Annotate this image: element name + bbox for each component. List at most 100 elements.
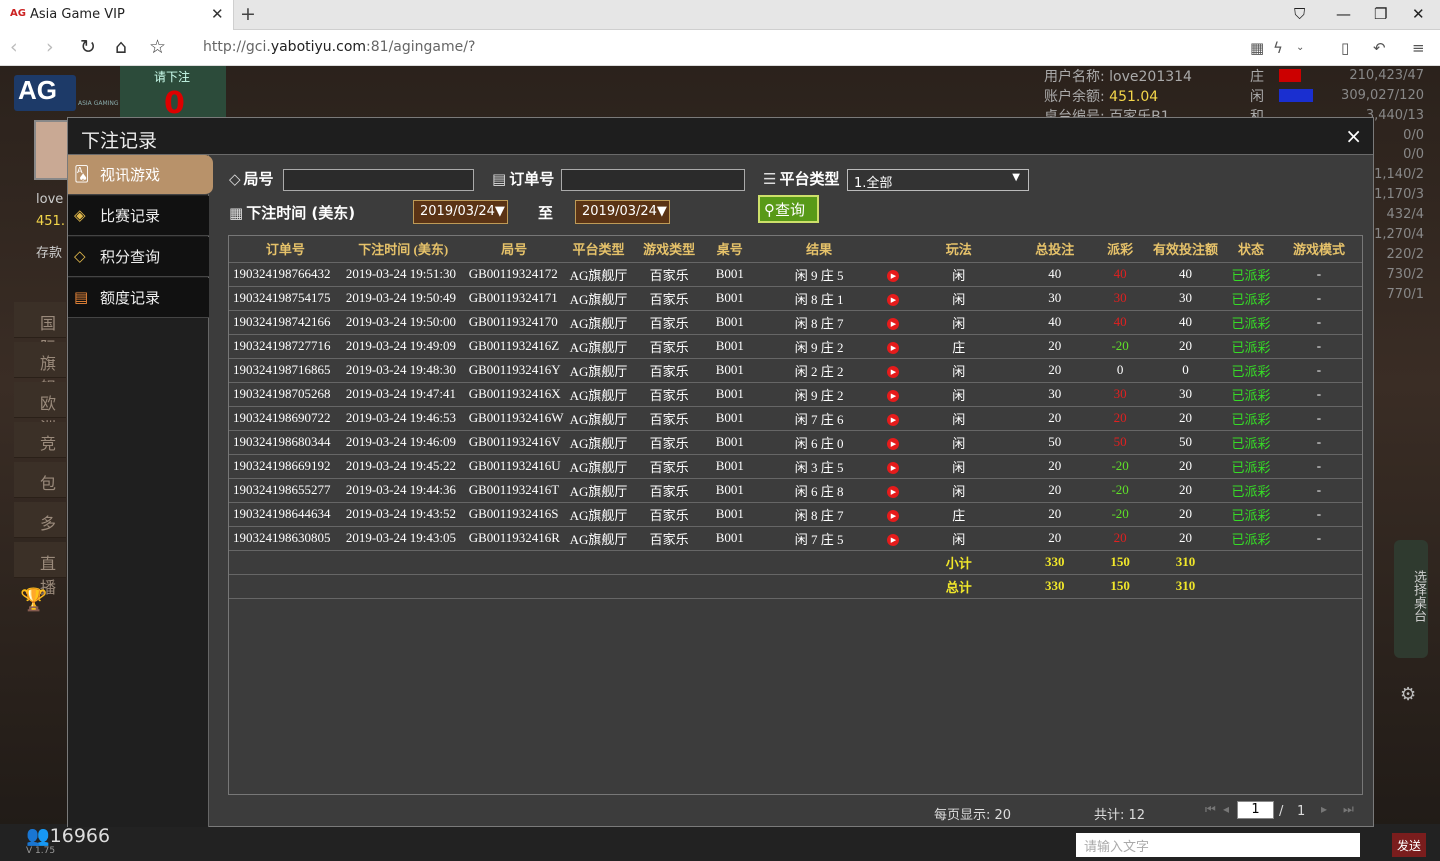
stat-number: 730/2 (1386, 267, 1424, 282)
date-to-picker[interactable]: 2019/03/24▼ (575, 200, 670, 224)
shirt-icon[interactable]: ⛉ (1294, 5, 1305, 23)
undo-icon[interactable]: ↶ (1373, 39, 1386, 57)
table-row[interactable]: 190324198766432 2019-03-24 19:51:30 GB0011… (229, 262, 1362, 287)
bg-menu-multi[interactable]: 多 (14, 502, 66, 538)
table-cell: 闲 (903, 478, 1015, 503)
table-row[interactable]: 190324198669192 2019-03-24 19:45:22 GB0011… (229, 454, 1362, 479)
last-page-icon[interactable]: ⏭ (1343, 802, 1354, 817)
first-page-icon[interactable]: ⏮ (1205, 802, 1216, 817)
nav-video-games[interactable]: 🂡 视讯游戏 (68, 155, 213, 195)
banker-color-swatch (1279, 69, 1301, 82)
restore-icon[interactable]: ❐ (1374, 5, 1387, 23)
play-replay-icon[interactable]: ▶ (887, 438, 900, 450)
play-replay-icon[interactable]: ▶ (887, 414, 900, 426)
table-cell: GB0011932416R (464, 526, 564, 551)
table-cell: B001 (704, 286, 755, 311)
minimize-icon[interactable]: — (1336, 5, 1351, 23)
star-icon[interactable]: ☆ (149, 36, 166, 58)
deposit-button[interactable]: 存款 (36, 242, 62, 261)
replay-cell: ▶ (883, 526, 904, 551)
table-cell: 2019-03-24 19:44:36 (341, 478, 465, 503)
table-cell: 2019-03-24 19:46:53 (341, 406, 465, 431)
settings-gear-icon[interactable]: ⚙ (1400, 684, 1416, 705)
play-replay-icon[interactable]: ▶ (887, 294, 900, 306)
replay-cell: ▶ (883, 334, 904, 359)
empty-cell (229, 550, 342, 575)
replay-cell: ▶ (883, 358, 904, 383)
grandtotal-row-total: 330 (1014, 574, 1096, 599)
total-count-label: 共计: 12 (1094, 808, 1146, 823)
empty-cell (633, 550, 705, 575)
lightning-icon[interactable]: ϟ (1273, 39, 1283, 57)
table-cell: 闲 8 庄 7 (754, 502, 884, 527)
chevron-down-icon[interactable]: ⌄ (1296, 42, 1304, 53)
bookmark-icon[interactable]: ▯ (1341, 39, 1349, 57)
forward-icon[interactable]: › (46, 36, 54, 58)
bg-menu-live[interactable]: 直播 (14, 542, 66, 597)
window-close-icon[interactable]: ✕ (1412, 5, 1425, 23)
table-cell: 20 (1144, 526, 1227, 551)
bg-menu-intl[interactable]: 国际 (14, 302, 66, 357)
url-suffix: :81/agingame/? (366, 39, 476, 55)
table-row[interactable]: 190324198754175 2019-03-24 19:50:49 GB0011… (229, 286, 1362, 311)
play-replay-icon[interactable]: ▶ (887, 390, 900, 402)
total-pages: 1 (1297, 804, 1306, 819)
table-cell: 190324198727716 (229, 334, 342, 359)
nav-credit-records[interactable]: ▤ 额度记录 (68, 278, 209, 318)
play-replay-icon[interactable]: ▶ (887, 534, 900, 546)
nav-match-records[interactable]: ◈ 比赛记录 (68, 196, 209, 236)
send-button[interactable]: 发送 (1392, 833, 1426, 857)
play-replay-icon[interactable]: ▶ (887, 462, 900, 474)
play-replay-icon[interactable]: ▶ (887, 270, 900, 282)
new-tab-button[interactable]: + (240, 3, 256, 25)
play-replay-icon[interactable]: ▶ (887, 318, 900, 330)
bg-menu-europe[interactable]: 欧洲 (14, 382, 66, 437)
table-cell: 闲 (903, 454, 1015, 479)
date-from-picker[interactable]: 2019/03/24▼ (413, 200, 508, 224)
bg-menu-flagship[interactable]: 旗舰 (14, 342, 66, 397)
empty-cell (464, 574, 564, 599)
home-icon[interactable]: ⌂ (115, 36, 127, 58)
round-input[interactable] (283, 169, 474, 191)
qr-icon[interactable]: ▦ (1250, 39, 1264, 57)
reload-icon[interactable]: ↻ (80, 36, 96, 58)
menu-icon[interactable]: ≡ (1412, 39, 1425, 57)
browser-tab[interactable]: AG Asia Game VIP ✕ (0, 0, 234, 30)
table-row[interactable]: 190324198705268 2019-03-24 19:47:41 GB0011… (229, 382, 1362, 407)
chat-input[interactable]: 请输入文字 (1076, 833, 1360, 857)
table-cell: B001 (704, 502, 755, 527)
table-cell: AG旗舰厅 (563, 310, 634, 335)
nav-label: 积分查询 (100, 248, 161, 266)
table-row[interactable]: 190324198690722 2019-03-24 19:46:53 GB0011… (229, 406, 1362, 431)
platform-select[interactable]: 1.全部 ▼ (847, 169, 1029, 191)
table-cell: 190324198644634 (229, 502, 342, 527)
table-row[interactable]: 190324198644634 2019-03-24 19:43:52 GB0011… (229, 502, 1362, 527)
bg-menu-compete[interactable]: 竞 (14, 422, 66, 458)
play-replay-icon[interactable]: ▶ (887, 510, 900, 522)
table-row[interactable]: 190324198680344 2019-03-24 19:46:09 GB0011… (229, 430, 1362, 455)
table-row[interactable]: 190324198630805 2019-03-24 19:43:05 GB0011… (229, 526, 1362, 551)
play-replay-icon[interactable]: ▶ (887, 342, 900, 354)
order-input[interactable] (561, 169, 745, 191)
play-replay-icon[interactable]: ▶ (887, 486, 900, 498)
table-row[interactable]: 190324198716865 2019-03-24 19:48:30 GB0011… (229, 358, 1362, 383)
table-row[interactable]: 190324198655277 2019-03-24 19:44:36 GB0011… (229, 478, 1362, 503)
select-table-panel[interactable]: 选择桌台 (1394, 540, 1428, 658)
tab-title: Asia Game VIP (30, 7, 125, 22)
table-row[interactable]: 190324198727716 2019-03-24 19:49:09 GB0011… (229, 334, 1362, 359)
next-page-icon[interactable]: ▸ (1321, 802, 1327, 816)
search-button[interactable]: ⚲查询 (758, 195, 819, 223)
prev-page-icon[interactable]: ◂ (1223, 802, 1229, 816)
play-replay-icon[interactable]: ▶ (887, 366, 900, 378)
table-row[interactable]: 190324198742166 2019-03-24 19:50:00 GB0011… (229, 310, 1362, 335)
dealer-avatar (34, 120, 70, 180)
modal-close-icon[interactable]: × (1345, 124, 1362, 148)
back-icon[interactable]: ‹ (10, 36, 18, 58)
ag-logo-subtitle: ASIA GAMING (78, 100, 119, 107)
bg-menu-private[interactable]: 包 (14, 462, 66, 498)
url-field[interactable]: http://gci.yabotiyu.com:81/agingame/? (203, 39, 475, 55)
trophy-icon[interactable]: 🏆 (20, 588, 47, 613)
nav-points-query[interactable]: ◇ 积分查询 (68, 237, 209, 277)
tab-close-icon[interactable]: ✕ (211, 5, 224, 23)
page-number-input[interactable]: 1 (1237, 801, 1274, 819)
